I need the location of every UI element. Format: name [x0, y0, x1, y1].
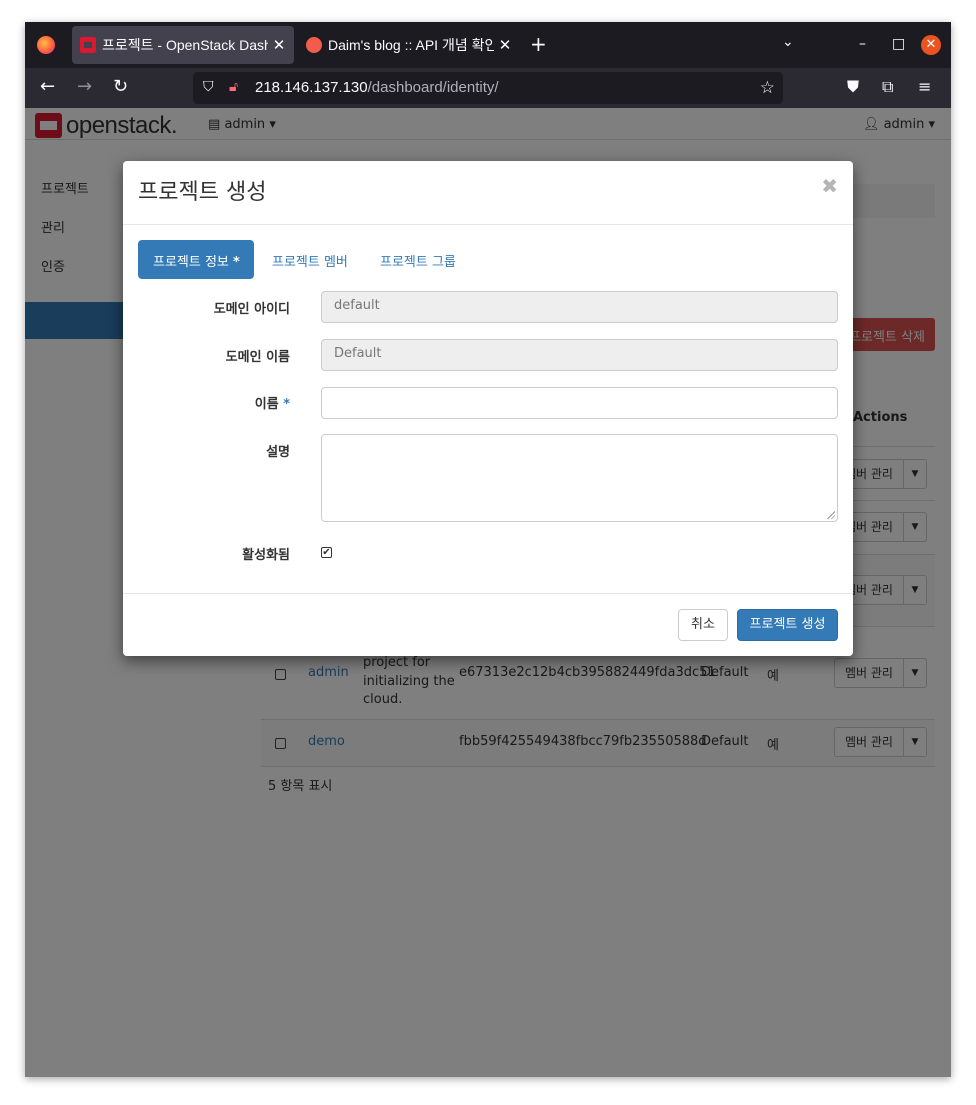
- window-close-icon[interactable]: ✕: [921, 35, 941, 55]
- modal-footer-divider: [123, 593, 853, 594]
- navigation-bar: ← → ↻ ⛉ 🔓︎ 218.146.137.130/dashboard/ide…: [25, 68, 951, 108]
- name-input[interactable]: [321, 387, 838, 419]
- description-label: 설명: [266, 445, 290, 460]
- tab-title: 프로젝트 - OpenStack Dashboard: [102, 37, 268, 53]
- reload-icon[interactable]: ↻: [113, 77, 128, 97]
- create-project-button[interactable]: 프로젝트 생성: [737, 609, 838, 641]
- minimize-icon[interactable]: –: [859, 36, 866, 52]
- openstack-favicon-icon: [80, 37, 96, 53]
- tab-close-icon[interactable]: ✕: [498, 36, 512, 54]
- modal-close-icon[interactable]: ✖: [821, 174, 838, 198]
- bookmark-star-icon[interactable]: ☆: [760, 78, 775, 98]
- domain-id-label: 도메인 아이디: [213, 302, 290, 317]
- resize-grip-icon[interactable]: [827, 511, 835, 519]
- tabs-list-icon[interactable]: ⌄: [782, 34, 794, 50]
- new-tab-icon[interactable]: +: [530, 34, 547, 54]
- extensions-icon[interactable]: ⧉: [882, 77, 893, 97]
- back-icon[interactable]: ←: [40, 77, 55, 97]
- maximize-icon[interactable]: □: [892, 36, 905, 52]
- tab-title: Daim's blog :: API 개념 확인: [328, 37, 494, 53]
- url-text[interactable]: 218.146.137.130/dashboard/identity/: [255, 79, 499, 96]
- tab-openstack[interactable]: 프로젝트 - OpenStack Dashboard ✕: [72, 26, 294, 64]
- daim-favicon-icon: [306, 37, 322, 53]
- tab-project-info[interactable]: 프로젝트 정보 *: [138, 240, 254, 279]
- domain-name-field: Default: [321, 339, 838, 371]
- domain-name-label: 도메인 이름: [225, 350, 290, 365]
- menu-icon[interactable]: ≡: [918, 77, 931, 96]
- pocket-icon[interactable]: ⛊: [847, 77, 859, 97]
- cancel-button[interactable]: 취소: [678, 609, 728, 641]
- create-project-modal: 프로젝트 생성 ✖ 프로젝트 정보 * 프로젝트 멤버 프로젝트 그룹 도메인 …: [123, 161, 853, 656]
- tab-daim-blog[interactable]: Daim's blog :: API 개념 확인 ✕: [298, 26, 520, 64]
- modal-title: 프로젝트 생성: [138, 180, 267, 205]
- description-textarea[interactable]: [321, 434, 838, 522]
- enabled-label: 활성화됨: [242, 548, 290, 563]
- tab-project-groups[interactable]: 프로젝트 그룹: [365, 240, 471, 279]
- tab-bar: 프로젝트 - OpenStack Dashboard ✕ Daim's blog…: [25, 22, 951, 68]
- modal-header-divider: [123, 224, 853, 225]
- required-marker: *: [283, 397, 290, 412]
- required-marker: *: [233, 255, 240, 270]
- enabled-checkbox[interactable]: ✔: [321, 547, 332, 558]
- firefox-icon[interactable]: [37, 36, 55, 54]
- forward-icon[interactable]: →: [77, 77, 92, 97]
- domain-id-field: default: [321, 291, 838, 323]
- shield-icon[interactable]: ⛉: [203, 79, 214, 95]
- insecure-lock-icon[interactable]: 🔓︎: [229, 79, 238, 95]
- name-label: 이름 *: [254, 397, 290, 412]
- tab-project-members[interactable]: 프로젝트 멤버: [257, 240, 363, 279]
- url-bar[interactable]: ⛉ 🔓︎ 218.146.137.130/dashboard/identity/…: [193, 72, 783, 104]
- page-content: openstack. ▤ admin ▾ 👤︎ admin ▾ 프로젝트 관리 …: [25, 108, 951, 1077]
- browser-window: 프로젝트 - OpenStack Dashboard ✕ Daim's blog…: [25, 22, 951, 1077]
- tab-close-icon[interactable]: ✕: [272, 36, 286, 54]
